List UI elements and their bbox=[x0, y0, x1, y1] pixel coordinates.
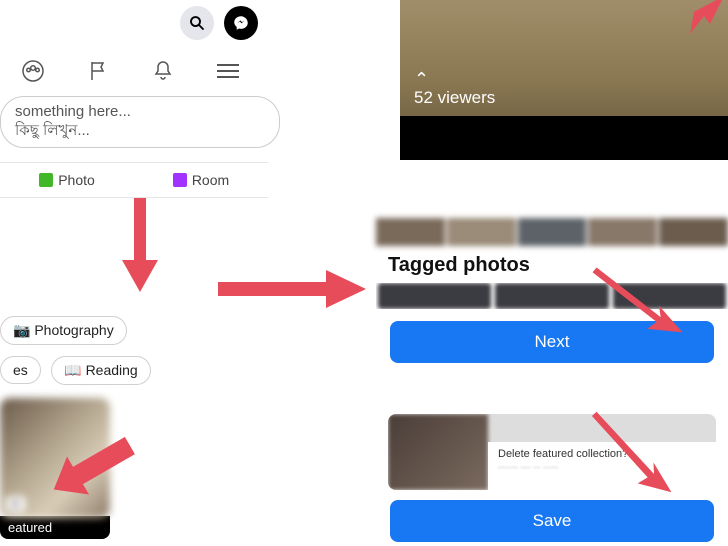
save-preview: Delete featured collection? ........ ...… bbox=[388, 414, 716, 490]
nav-menu[interactable] bbox=[215, 58, 241, 84]
story-viewers-text: 52 viewers bbox=[414, 88, 495, 108]
featured-count-badge: 8 bbox=[6, 496, 25, 512]
post-actions-row: Photo Room bbox=[0, 162, 268, 198]
featured-card[interactable]: 8 eatured bbox=[0, 398, 110, 539]
left-panel: something here... কিছু লিখুন... Photo Ro… bbox=[0, 0, 280, 546]
tagged-heading: Tagged photos bbox=[388, 254, 728, 277]
search-icon bbox=[188, 14, 206, 32]
room-action[interactable]: Room bbox=[134, 163, 268, 197]
flag-icon bbox=[86, 59, 110, 83]
confirm-sheet: Delete featured collection? ........ ...… bbox=[488, 442, 716, 490]
nav-row bbox=[0, 52, 260, 94]
confirm-title: Delete featured collection? bbox=[498, 448, 706, 460]
chip-photography[interactable]: 📷 Photography bbox=[0, 316, 127, 345]
room-icon bbox=[173, 173, 187, 187]
post-input[interactable]: something here... কিছু লিখুন... bbox=[0, 96, 280, 148]
room-label: Room bbox=[192, 172, 229, 188]
arrow-annotation bbox=[666, 0, 726, 49]
hamburger-icon bbox=[217, 64, 239, 78]
featured-image: 8 bbox=[0, 398, 110, 518]
post-placeholder-bn: কিছু লিখুন... bbox=[15, 122, 265, 141]
preview-photo bbox=[388, 414, 488, 490]
story-bottom-bar bbox=[400, 116, 728, 160]
tagged-thumbs bbox=[376, 283, 728, 309]
story-viewer[interactable]: ⌃ 52 viewers bbox=[400, 0, 728, 160]
photo-icon bbox=[39, 173, 53, 187]
photo-label: Photo bbox=[58, 172, 95, 188]
mosaic-strip bbox=[376, 218, 728, 246]
group-icon bbox=[21, 59, 45, 83]
chip-es[interactable]: es bbox=[0, 356, 41, 384]
nav-friends[interactable] bbox=[20, 58, 46, 84]
hobby-chips-row1: 📷 Photography bbox=[0, 316, 133, 353]
bell-icon bbox=[151, 59, 175, 83]
save-section: Delete featured collection? ........ ...… bbox=[376, 414, 728, 542]
chip-reading[interactable]: 📖 Reading bbox=[51, 356, 150, 385]
chevron-up-icon[interactable]: ⌃ bbox=[414, 69, 429, 90]
featured-label: eatured bbox=[0, 516, 110, 539]
next-button[interactable]: Next bbox=[390, 321, 714, 363]
tagged-photos-section: Tagged photos Next bbox=[376, 218, 728, 363]
messenger-icon bbox=[232, 14, 250, 32]
photo-action[interactable]: Photo bbox=[0, 163, 134, 197]
confirm-subtitle: ........ .... ... ...... bbox=[498, 460, 706, 470]
top-icon-row bbox=[180, 6, 258, 40]
nav-notifications[interactable] bbox=[150, 58, 176, 84]
save-button[interactable]: Save bbox=[390, 500, 714, 542]
search-button[interactable] bbox=[180, 6, 214, 40]
hobby-chips-row2: es 📖 Reading bbox=[0, 356, 157, 393]
messenger-button[interactable] bbox=[224, 6, 258, 40]
post-placeholder-en: something here... bbox=[15, 103, 265, 122]
nav-pages[interactable] bbox=[85, 58, 111, 84]
